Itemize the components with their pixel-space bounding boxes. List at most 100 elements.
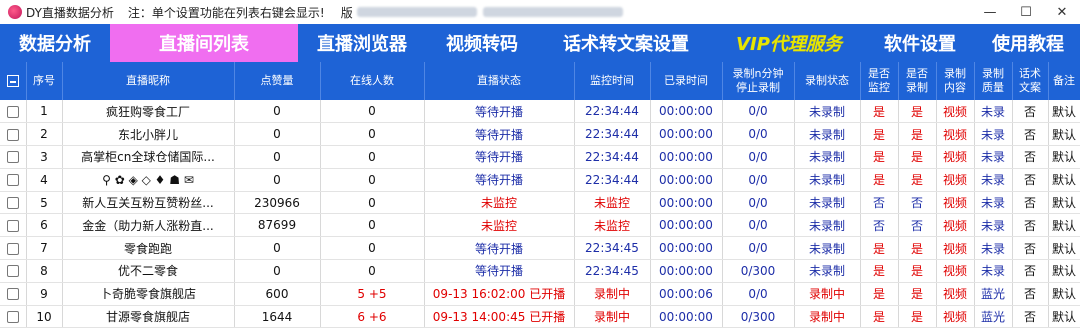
row-is-monitor: 是 (860, 305, 899, 329)
row-stop-after: 0/0 (722, 100, 795, 124)
row-select-cell[interactable] (0, 145, 27, 169)
menu-script-to-text-settings[interactable]: 话术转文案设置 (538, 24, 714, 62)
row-monitor-time: 22:34:44 (574, 100, 651, 124)
row-recorded-time: 00:00:00 (650, 213, 723, 238)
row-nickname: 金金（助力新人涨粉直... (62, 213, 235, 238)
table-row[interactable]: 2 东北小胖儿 0 0 等待开播 22:34:44 00:00:00 0/0 未录制是是视频 未录… (0, 122, 1080, 147)
row-record-content: 视频 (936, 191, 975, 215)
row-likes: 0 (234, 236, 321, 261)
row-online: 0 (320, 236, 425, 261)
col-header-record-quality[interactable]: 录制 质量 (974, 62, 1013, 100)
row-recorded-time: 00:00:00 (650, 305, 723, 329)
row-is-record: 是 (898, 145, 937, 169)
title-bar: DY直播数据分析 注：单个设置功能在列表右键会显示! 版 — ☐ ✕ (0, 0, 1080, 24)
minimize-button[interactable]: — (972, 0, 1008, 24)
select-all-header[interactable] (0, 62, 27, 100)
col-header-record-status[interactable]: 录制状态 (794, 62, 861, 100)
row-script-text: 否 (1012, 145, 1049, 169)
row-record-quality: 蓝光 (974, 305, 1013, 329)
table-row[interactable]: 6 金金（助力新人涨粉直... 87699 0 未监控 未监控 00:00:00 0/0 未录制… (0, 213, 1080, 238)
row-recorded-time: 00:00:00 (650, 145, 723, 169)
row-nickname: 高掌柜cn全球仓储国际... (62, 145, 235, 169)
row-checkbox[interactable] (6, 219, 19, 232)
table-row[interactable]: 10 甘源零食旗舰店 1644 6 +6 09-13 14:00:45 已开播 录制中 00… (0, 305, 1080, 329)
row-select-cell[interactable] (0, 213, 27, 238)
table-row[interactable]: 3 高掌柜cn全球仓储国际... 0 0 等待开播 22:34:44 00:00:00 0/0… (0, 145, 1080, 169)
col-header-online[interactable]: 在线人数 (320, 62, 425, 100)
table-row[interactable]: 1 疯狂购零食工厂 0 0 等待开播 22:34:44 00:00:00 0/0 未录制是是视频… (0, 100, 1080, 124)
row-checkbox[interactable] (6, 174, 19, 187)
row-select-cell[interactable] (0, 122, 27, 147)
menu-video-transcode[interactable]: 视频转码 (426, 24, 538, 62)
col-header-record-content[interactable]: 录制 内容 (936, 62, 975, 100)
col-header-recorded-time[interactable]: 已录时间 (650, 62, 723, 100)
menu-vip-agent-service[interactable]: VIP代理服务 (714, 24, 864, 62)
row-likes: 0 (234, 122, 321, 147)
col-header-stop-after[interactable]: 录制n分钟 停止录制 (722, 62, 795, 100)
close-button[interactable]: ✕ (1044, 0, 1080, 24)
row-recorded-time: 00:00:00 (650, 100, 723, 124)
menu-live-browser[interactable]: 直播浏览器 (298, 24, 426, 62)
row-record-content: 视频 (936, 122, 975, 147)
row-checkbox[interactable] (6, 151, 19, 164)
col-header-monitor-time[interactable]: 监控时间 (574, 62, 651, 100)
select-all-checkbox[interactable] (6, 75, 19, 87)
row-checkbox[interactable] (6, 288, 19, 301)
table-row[interactable]: 8 优不二零食 0 0 等待开播 22:34:45 00:00:00 0/300 未录制是是视频… (0, 259, 1080, 283)
col-header-nickname[interactable]: 直播昵称 (62, 62, 235, 100)
row-is-record: 是 (898, 122, 937, 147)
row-live-status: 等待开播 (424, 236, 575, 261)
row-checkbox[interactable] (6, 128, 19, 141)
app-title: DY直播数据分析 (26, 5, 114, 20)
row-select-cell[interactable] (0, 168, 27, 192)
row-record-status: 录制中 (794, 305, 861, 329)
col-header-is-monitor[interactable]: 是否 监控 (860, 62, 899, 100)
menu-data-analysis[interactable]: 数据分析 (0, 24, 110, 62)
row-online: 0 (320, 145, 425, 169)
row-checkbox[interactable] (6, 265, 19, 278)
row-select-cell[interactable] (0, 100, 27, 124)
row-monitor-time: 未监控 (574, 191, 651, 215)
row-online: 5 +5 (320, 282, 425, 306)
row-select-cell[interactable] (0, 191, 27, 215)
row-select-cell[interactable] (0, 259, 27, 283)
row-checkbox[interactable] (6, 311, 19, 324)
row-is-monitor: 是 (860, 100, 899, 124)
redacted-version-info (356, 7, 477, 17)
row-record-status: 未录制 (794, 100, 861, 124)
row-select-cell[interactable] (0, 305, 27, 329)
menu-live-room-list[interactable]: 直播间列表 (110, 24, 298, 62)
table-row[interactable]: 7 零食跑跑 0 0 等待开播 22:34:45 00:00:00 0/0 未录制是是视频 未录否… (0, 236, 1080, 261)
col-header-note[interactable]: 备注 (1048, 62, 1080, 100)
row-monitor-time: 22:34:44 (574, 122, 651, 147)
menu-tutorial[interactable]: 使用教程 (976, 24, 1080, 62)
table-row[interactable]: 5 新人互关互粉互赞粉丝... 230966 0 未监控 未监控 00:00:00 0/0 未录… (0, 191, 1080, 215)
main-menu: 数据分析 直播间列表 直播浏览器 视频转码 话术转文案设置 VIP代理服务 软件… (0, 24, 1080, 62)
col-header-script-text[interactable]: 话术 文案 (1012, 62, 1049, 100)
col-header-is-record[interactable]: 是否 录制 (898, 62, 937, 100)
row-online: 0 (320, 168, 425, 192)
row-index: 4 (26, 168, 63, 192)
row-live-status: 等待开播 (424, 145, 575, 169)
version-label: 版 (340, 5, 353, 20)
row-record-quality: 未录 (974, 122, 1013, 147)
row-select-cell[interactable] (0, 236, 27, 261)
row-record-status: 未录制 (794, 236, 861, 261)
col-header-index[interactable]: 序号 (26, 62, 63, 100)
table-row[interactable]: 9 卜奇脆零食旗舰店 600 5 +5 09-13 16:02:00 已开播 录制中 00:… (0, 282, 1080, 306)
col-header-live-status[interactable]: 直播状态 (424, 62, 575, 100)
row-stop-after: 0/0 (722, 168, 795, 192)
row-record-content: 视频 (936, 213, 975, 238)
row-checkbox[interactable] (6, 197, 19, 210)
row-is-record: 是 (898, 236, 937, 261)
maximize-button[interactable]: ☐ (1008, 0, 1044, 24)
menu-software-settings[interactable]: 软件设置 (864, 24, 976, 62)
col-header-likes[interactable]: 点赞量 (234, 62, 321, 100)
row-index: 3 (26, 145, 63, 169)
row-checkbox[interactable] (6, 242, 19, 255)
row-live-status: 未监控 (424, 213, 575, 238)
row-likes: 1644 (234, 305, 321, 329)
row-select-cell[interactable] (0, 282, 27, 306)
table-row[interactable]: 4 ⚲ ✿ ◈ ◇ ♦ ☗ ✉ 0 0 等待开播 22:34:44 00:00:00 0/0 未… (0, 168, 1080, 192)
row-checkbox[interactable] (6, 105, 19, 118)
